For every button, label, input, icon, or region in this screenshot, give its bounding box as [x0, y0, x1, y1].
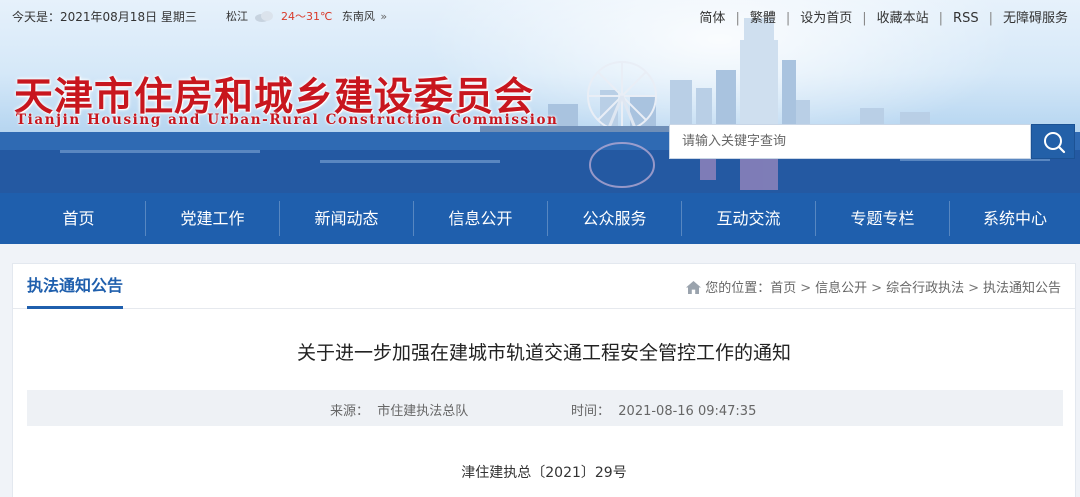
cloudy-icon: [254, 11, 273, 22]
nav-item-home[interactable]: 首页: [12, 193, 145, 244]
simplified-chinese-link[interactable]: 简体: [699, 11, 725, 26]
search-icon: [1044, 132, 1066, 154]
weather-wind: 东南风: [341, 10, 375, 23]
separator: |: [785, 11, 791, 26]
nav-item-public-service[interactable]: 公众服务: [548, 193, 681, 244]
nav-item-party-building[interactable]: 党建工作: [146, 193, 279, 244]
nav-item-info-disclosure[interactable]: 信息公开: [414, 193, 547, 244]
source-label: 来源：: [330, 404, 370, 419]
time-value: 2021-08-16 09:47:35: [618, 404, 757, 419]
document-number: 津住建执总〔2021〕29号: [461, 465, 627, 481]
site-logo-subtitle: Tianjin Housing and Urban-Rural Construc…: [16, 112, 559, 128]
article-source: 来源： 市住建执法总队: [330, 400, 468, 419]
breadcrumb-current[interactable]: 执法通知公告: [983, 281, 1061, 296]
separator: |: [938, 11, 944, 26]
breadcrumb-separator: >: [871, 281, 883, 296]
section-header: 执法通知公告 您的位置：首页 > 信息公开 > 综合行政执法 > 执法通知公告: [13, 264, 1075, 309]
current-date: 今天是：2021年08月18日 星期三: [12, 10, 197, 24]
breadcrumb-separator: >: [968, 281, 979, 296]
accessibility-link[interactable]: 无障碍服务: [1003, 11, 1068, 26]
weather-city: 松江: [226, 10, 248, 23]
separator: |: [735, 11, 740, 26]
separator: |: [862, 11, 867, 26]
article-title: 关于进一步加强在建城市轨道交通工程安全管控工作的通知: [296, 342, 791, 364]
double-chevron-right-icon[interactable]: »: [380, 10, 387, 23]
article-time: 时间： 2021-08-16 09:47:35: [571, 400, 756, 419]
top-links: 简体 | 繁體 | 设为首页 | 收藏本站 | RSS | 无障碍服务: [699, 7, 1068, 26]
separator: |: [988, 11, 993, 26]
breadcrumb: 您的位置：首页 > 信息公开 > 综合行政执法 > 执法通知公告: [686, 277, 1061, 296]
main-nav: 首页 党建工作 新闻动态 信息公开 公众服务 互动交流 专题专栏 系统中心: [0, 193, 1080, 244]
traditional-chinese-link[interactable]: 繁體: [750, 11, 776, 26]
nav-item-system-center[interactable]: 系统中心: [950, 193, 1080, 244]
nav-item-interaction[interactable]: 互动交流: [682, 193, 815, 244]
time-label: 时间：: [571, 404, 611, 419]
nav-item-news[interactable]: 新闻动态: [280, 193, 413, 244]
article-meta: 来源： 市住建执法总队 时间： 2021-08-16 09:47:35: [27, 390, 1063, 426]
weather-widget: 松江 24～31℃ 东南风 »: [226, 8, 387, 24]
breadcrumb-prefix: 您的位置：: [705, 281, 771, 296]
weather-temp: 24～31℃: [281, 10, 333, 23]
breadcrumb-home-link[interactable]: 首页: [770, 281, 796, 296]
top-bar: 今天是：2021年08月18日 星期三 松江 24～31℃ 东南风 » 简体 | 繁…: [0, 0, 1080, 32]
breadcrumb-info-link[interactable]: 信息公开: [815, 281, 867, 296]
search-box: [669, 124, 1075, 159]
rss-link[interactable]: RSS: [953, 11, 979, 26]
search-input[interactable]: [669, 124, 1031, 159]
bookmark-link[interactable]: 收藏本站: [877, 11, 929, 26]
nav-item-special-topics[interactable]: 专题专栏: [816, 193, 949, 244]
section-title[interactable]: 执法通知公告: [27, 264, 124, 309]
breadcrumb-enforcement-link[interactable]: 综合行政执法: [886, 281, 964, 296]
set-homepage-link[interactable]: 设为首页: [800, 11, 852, 26]
article-panel: 执法通知公告 您的位置：首页 > 信息公开 > 综合行政执法 > 执法通知公告 关于进一步加…: [12, 263, 1076, 497]
breadcrumb-separator: >: [800, 281, 812, 296]
source-value: 市住建执法总队: [377, 404, 469, 419]
home-icon: [686, 281, 702, 294]
search-button[interactable]: [1031, 124, 1075, 159]
